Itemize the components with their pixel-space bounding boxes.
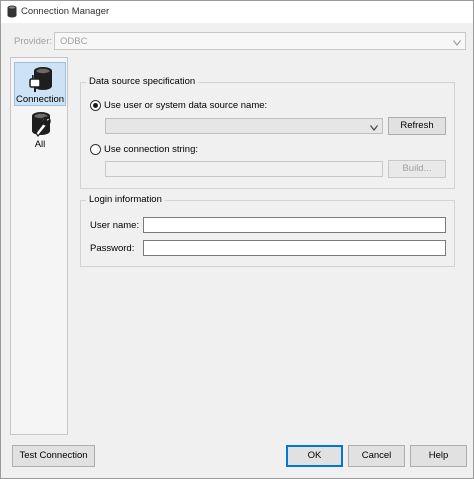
ok-button[interactable]: OK [286, 445, 343, 467]
database-icon [7, 5, 17, 18]
nav-item-connection[interactable]: Connection [14, 62, 66, 106]
provider-select[interactable]: ODBC [54, 32, 466, 50]
dialog-footer: Test Connection OK Cancel Help [1, 439, 473, 478]
help-button[interactable]: Help [410, 445, 467, 467]
username-label: User name: [90, 220, 140, 231]
login-legend: Login information [86, 194, 165, 205]
cancel-button[interactable]: Cancel [348, 445, 405, 467]
data-source-legend: Data source specification [86, 76, 199, 87]
provider-label: Provider: [14, 36, 53, 47]
window-title: Connection Manager [21, 6, 110, 17]
connection-string-input[interactable] [105, 161, 383, 177]
username-input[interactable] [143, 217, 446, 233]
chevron-down-icon [453, 38, 461, 49]
title-bar[interactable]: Connection Manager [1, 1, 473, 23]
build-button[interactable]: Build... [388, 160, 446, 178]
use-dsn-radio[interactable] [90, 100, 101, 111]
test-connection-button[interactable]: Test Connection [12, 445, 95, 467]
use-dsn-label[interactable]: Use user or system data source name: [104, 100, 267, 111]
plug-database-icon [26, 65, 54, 93]
use-connection-string-label[interactable]: Use connection string: [104, 144, 198, 155]
provider-value: ODBC [60, 36, 88, 47]
connection-manager-window: Connection Manager Provider: ODBC Connec… [0, 0, 474, 479]
refresh-button[interactable]: Refresh [388, 117, 446, 135]
nav-item-label: All [34, 139, 46, 150]
password-input[interactable] [143, 240, 446, 256]
data-source-group: Data source specification Use user or sy… [80, 76, 455, 189]
page-selector-panel: Connection All [10, 57, 68, 435]
wrench-database-icon [26, 110, 54, 138]
dsn-select[interactable] [105, 118, 383, 134]
login-group: Login information User name: Password: [80, 194, 455, 267]
nav-item-all[interactable]: All [14, 108, 66, 152]
chevron-down-icon [370, 123, 378, 134]
nav-item-label: Connection [15, 94, 65, 105]
password-label: Password: [90, 243, 135, 254]
connection-page: Data source specification Use user or sy… [71, 57, 465, 435]
use-connection-string-radio[interactable] [90, 144, 101, 155]
